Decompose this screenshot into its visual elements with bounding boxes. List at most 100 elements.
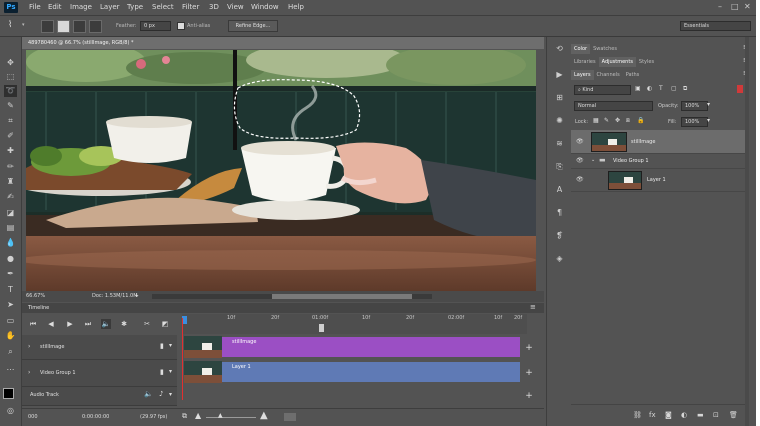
lasso-tool-icon[interactable]: ➰ [4,85,17,97]
timeline-title[interactable]: Timeline [28,305,49,311]
render-video-icon[interactable]: ⧉ [182,412,187,421]
document-canvas[interactable] [26,50,536,291]
add-mask-icon[interactable]: ◙ [665,411,672,419]
menu-window[interactable]: Window [251,3,279,11]
track-options-icon[interactable]: ▾ [169,368,172,375]
filter-adjustment-icon[interactable]: ◐ [647,85,652,92]
layer-row-layer-1[interactable]: 👁 Layer 1 [571,169,745,192]
gradient-tool-icon[interactable]: ▤ [4,222,17,234]
expand-track-icon[interactable]: › [28,343,30,350]
status-menu-arrow-icon[interactable]: ▸ [136,293,139,299]
more-tools-icon[interactable]: … [4,362,17,374]
lock-all-icon[interactable]: 🔒 [637,117,644,124]
timeline-ruler[interactable]: 10f 20f 01:00f 10f 20f 02:00f 10f 20f [182,314,527,334]
filter-pixel-icon[interactable]: ▣ [635,85,641,92]
track-header-audio[interactable]: Audio Track 🔈 ♪ ▾ [22,387,177,406]
lock-artboard-icon[interactable]: ⧈ [626,117,630,125]
layer-style-fx-icon[interactable]: fx [649,411,656,419]
brush-tool-icon[interactable]: ✏ [4,161,17,173]
tab-libraries[interactable]: Libraries [571,57,599,67]
document-tab[interactable]: 489780460 @ 66.7% (stillImage, RGB/8) * [22,37,544,49]
clip-stillimage[interactable]: stillImage [222,337,520,357]
new-adjustment-layer-icon[interactable]: ◐ [681,411,687,419]
refine-edge-button[interactable]: Refine Edge... [228,20,278,32]
zoom-out-timeline-icon[interactable]: ▲ [195,411,201,420]
close-icon[interactable]: ✕ [744,2,751,11]
split-at-playhead-icon[interactable]: ✂ [142,319,152,329]
move-tool-icon[interactable]: ✥ [4,57,17,69]
blend-mode-select[interactable]: Normal [574,101,653,111]
add-media-icon[interactable]: + [524,368,534,378]
filter-type-icon[interactable]: T [659,85,663,92]
go-to-first-frame-icon[interactable]: ⏮ [28,319,38,329]
tab-swatches[interactable]: Swatches [590,44,620,54]
track-header-stillimage[interactable]: › stillImage ▮ ▾ [22,335,177,360]
chevron-down-icon[interactable]: ▾ [22,22,25,28]
feather-input[interactable]: 0 px [140,21,171,31]
dodge-tool-icon[interactable]: ● [4,253,17,265]
history-icon[interactable]: ⟲ [554,43,565,54]
track-options-icon[interactable]: ▾ [169,342,172,349]
chevron-down-icon[interactable]: ▾ [707,117,710,124]
pen-tool-icon[interactable]: ✒ [4,268,17,280]
lock-position-icon[interactable]: ✥ [615,117,620,124]
menu-file[interactable]: File [29,3,41,11]
blur-tool-icon[interactable]: 💧 [4,237,17,249]
lock-image-icon[interactable]: ✎ [604,117,609,124]
expand-track-icon[interactable]: › [28,369,30,376]
3d-icon[interactable]: ◈ [554,253,565,264]
subtract-selection-button[interactable] [73,20,86,33]
tab-layers[interactable]: Layers [571,70,594,80]
audio-mute-icon[interactable]: 🔈 [101,319,111,329]
timeline-zoom-thumb[interactable]: ▲ [218,412,223,419]
transition-icon[interactable]: ◩ [160,319,170,329]
foreground-color-swatch[interactable] [3,388,14,399]
scrollbar-thumb[interactable] [272,294,412,299]
path-selection-tool-icon[interactable]: ➤ [4,299,17,311]
actions-play-icon[interactable]: ▶ [554,69,565,80]
film-strip-icon[interactable]: ▮ [160,342,164,350]
eraser-tool-icon[interactable]: ◪ [4,207,17,219]
hand-tool-icon[interactable]: ✋ [4,330,17,342]
delete-layer-icon[interactable]: 🗑 [729,411,738,419]
lasso-tool-preset-icon[interactable]: ⌇ [8,20,12,30]
zoom-in-timeline-icon[interactable]: ▲ [260,410,268,421]
antialias-checkbox[interactable] [177,22,185,30]
panel-menu-icon[interactable]: ≡ [530,303,536,311]
layer-row-video-group-1[interactable]: 👁 ⌄ ▬ Video Group 1 [571,154,745,169]
quick-selection-tool-icon[interactable]: ✎ [4,100,17,112]
lock-transparent-icon[interactable]: ▦ [593,117,599,124]
paragraph-icon[interactable]: ¶ [554,207,565,218]
properties-icon[interactable]: ⊞ [554,92,565,103]
track-header-video-group-1[interactable]: › Video Group 1 ▮ ▾ [22,360,177,387]
play-icon[interactable]: ▶ [65,319,75,329]
visibility-eye-icon[interactable]: 👁 [576,157,584,164]
tab-paths[interactable]: Paths [623,70,643,80]
music-note-icon[interactable]: ♪ [159,390,163,398]
menu-help[interactable]: Help [288,3,304,11]
layer-filter-kind[interactable]: ⌕ Kind [574,85,631,95]
intersect-selection-button[interactable] [89,20,102,33]
clone-stamp-tool-icon[interactable]: ♜ [4,176,17,188]
character-icon[interactable]: A [554,184,565,195]
film-strip-icon[interactable]: ▮ [160,368,164,376]
add-media-icon[interactable]: + [524,343,534,353]
menu-layer[interactable]: Layer [100,3,120,11]
tab-adjustments[interactable]: Adjustments [598,57,636,67]
brush-settings-icon[interactable]: ≋ [554,138,565,149]
tab-styles[interactable]: Styles [636,57,657,67]
menu-3d[interactable]: 3D [209,3,219,11]
expand-group-icon[interactable]: ⌄ [591,157,595,163]
filter-shape-icon[interactable]: ▢ [671,85,677,92]
new-layer-icon[interactable]: ⊡ [713,411,719,419]
brush-presets-icon[interactable]: ✺ [554,115,565,126]
zoom-tool-icon[interactable]: ⌕ [4,346,17,358]
zoom-level[interactable]: 66.67% [26,293,45,299]
fill-input[interactable]: 100% [681,117,708,127]
next-frame-icon[interactable]: ⏭ [83,319,93,329]
workspace-select[interactable]: Essentials [680,21,751,31]
menu-type[interactable]: Type [127,3,143,11]
tab-color[interactable]: Color [571,44,591,54]
healing-brush-tool-icon[interactable]: ✚ [4,145,17,157]
marquee-tool-icon[interactable]: ⬚ [4,71,17,83]
